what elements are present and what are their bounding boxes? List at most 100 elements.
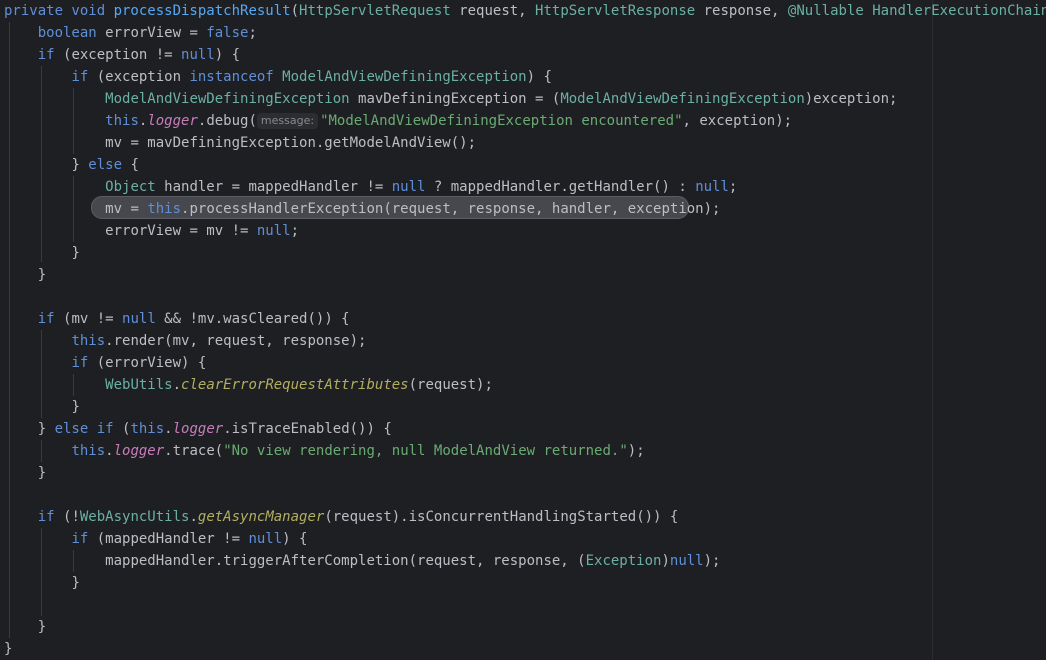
code-token: && !mv.wasCleared()) {: [155, 311, 350, 327]
code-token: WebUtils: [105, 377, 173, 393]
code-token: null: [391, 179, 426, 195]
code-token: if: [71, 531, 97, 547]
code-token: (exception !=: [63, 47, 182, 63]
code-token: .debug(: [197, 113, 257, 129]
code-token: response,: [695, 3, 788, 19]
code-line[interactable]: mappedHandler.triggerAfterCompletion(req…: [4, 550, 720, 572]
code-token: request,: [450, 3, 536, 19]
code-token: ModelAndViewDefiningException: [105, 91, 350, 107]
code-token: errorView = mv !=: [105, 223, 257, 239]
code-line[interactable]: } else if (this.logger.isTraceEnabled())…: [4, 418, 392, 440]
code-line[interactable]: if (!WebAsyncUtils.getAsyncManager(reque…: [4, 506, 679, 528]
code-token: );: [703, 553, 721, 569]
code-line[interactable]: WebUtils.clearErrorRequestAttributes(req…: [4, 374, 493, 396]
code-token: (exception: [96, 69, 190, 85]
code-line[interactable]: boolean errorView = false;: [4, 22, 257, 44]
code-token: .: [189, 509, 198, 525]
code-token: (mv !=: [63, 311, 123, 327]
code-token: null: [669, 553, 704, 569]
code-token: logger: [172, 421, 224, 437]
code-token: {: [122, 157, 139, 173]
code-token: this: [71, 443, 106, 459]
code-token: .: [172, 377, 182, 393]
code-token: if: [37, 47, 64, 63]
code-token: if: [37, 509, 64, 525]
code-line[interactable]: if (exception != null) {: [4, 44, 240, 66]
code-editor[interactable]: private void processDispatchResult(HttpS…: [0, 0, 1046, 660]
code-token: .: [164, 421, 173, 437]
code-token: .processHandlerException(request, respon…: [181, 201, 721, 217]
code-line[interactable]: }: [4, 264, 46, 286]
code-line[interactable]: if (exception instanceof ModelAndViewDef…: [4, 66, 552, 88]
code-token: ): [661, 553, 670, 569]
code-token: }: [37, 267, 47, 283]
code-token: HttpServletResponse: [535, 3, 696, 19]
code-token: }: [71, 245, 80, 261]
code-token: ModelAndViewDefiningException: [282, 69, 527, 85]
code-line[interactable]: this.logger.trace("No view rendering, nu…: [4, 440, 644, 462]
code-token: (!: [63, 509, 80, 525]
code-token: ? mappedHandler.getHandler() :: [425, 179, 696, 195]
code-line[interactable]: this.logger.debug(message: "ModelAndViewD…: [4, 110, 792, 132]
code-line[interactable]: mv = mavDefiningException.getModelAndVie…: [4, 132, 476, 154]
code-line[interactable]: }: [4, 616, 46, 638]
code-line[interactable]: }: [4, 242, 80, 264]
code-token: .: [105, 443, 114, 459]
code-line[interactable]: errorView = mv != null;: [4, 220, 299, 242]
code-token: .render(mv, request, response);: [105, 333, 367, 349]
code-token: null: [181, 47, 215, 63]
code-token: null: [122, 311, 156, 327]
code-line[interactable]: if (mappedHandler != null) {: [4, 528, 307, 550]
code-line[interactable]: mv = this.processHandlerException(reques…: [4, 198, 720, 220]
code-token: this: [105, 113, 139, 129]
code-line[interactable]: }: [4, 572, 80, 594]
code-token: , exception);: [682, 113, 793, 129]
code-token: }: [37, 619, 47, 635]
code-line[interactable]: if (mv != null && !mv.wasCleared()) {: [4, 308, 350, 330]
code-token: if: [71, 355, 97, 371]
code-token: ) {: [282, 531, 308, 547]
code-token: instanceof: [189, 69, 283, 85]
code-line[interactable]: ModelAndViewDefiningException mavDefinin…: [4, 88, 897, 110]
code-token: (request);: [408, 377, 493, 393]
code-token: HttpServletRequest: [299, 3, 451, 19]
code-line[interactable]: Object handler = mappedHandler != null ?…: [4, 176, 737, 198]
code-token: }: [71, 399, 80, 415]
code-token: handler = mappedHandler !=: [155, 179, 392, 195]
code-token: )exception;: [804, 91, 898, 107]
code-line[interactable]: }: [4, 462, 46, 484]
code-line[interactable]: }: [4, 638, 12, 660]
code-line[interactable]: } else {: [4, 154, 139, 176]
code-token: .trace(: [164, 443, 224, 459]
code-token: null: [256, 223, 291, 239]
code-token: }: [4, 641, 13, 657]
code-line[interactable]: private void processDispatchResult(HttpS…: [4, 0, 1046, 22]
code-line[interactable]: this.render(mv, request, response);: [4, 330, 366, 352]
code-token: else: [88, 157, 123, 173]
code-token: }: [37, 465, 47, 481]
code-token: else if: [54, 421, 123, 437]
code-line[interactable]: }: [4, 396, 80, 418]
code-token: }: [71, 575, 80, 591]
code-token: getAsyncManager: [197, 509, 325, 525]
code-token: ) {: [526, 69, 552, 85]
code-token: HandlerExecutionChain: [872, 3, 1046, 19]
code-line[interactable]: if (errorView) {: [4, 352, 206, 374]
code-token: private void: [4, 3, 114, 19]
